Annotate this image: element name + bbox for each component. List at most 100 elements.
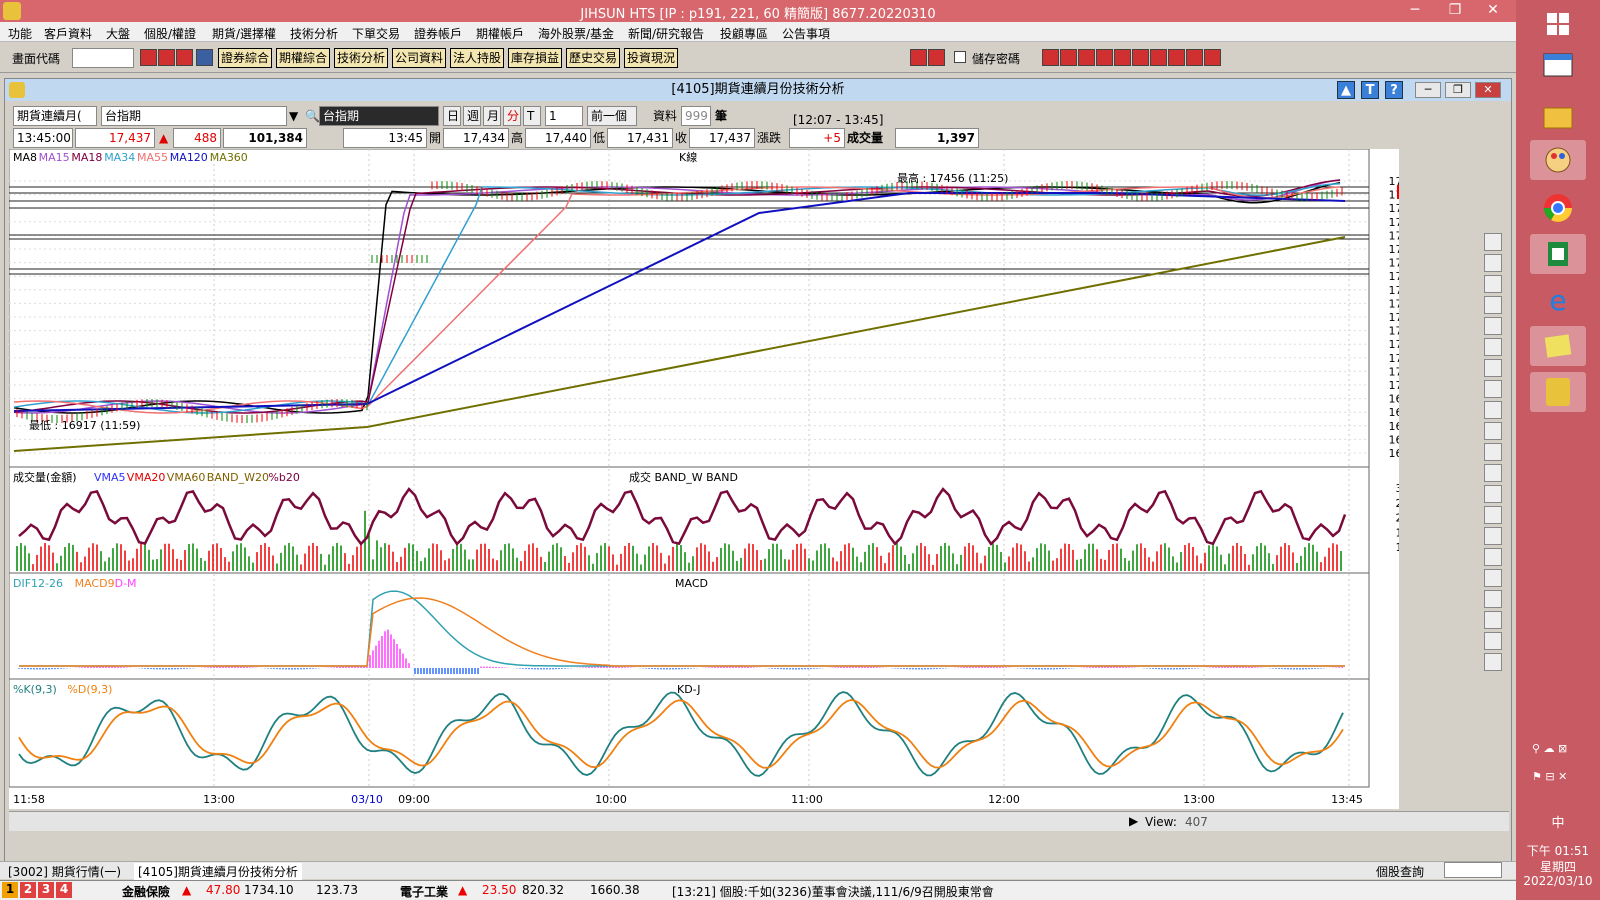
options-summary-button[interactable]: 期權綜合 [276,48,331,68]
ime-indicator[interactable]: 中 [1516,812,1600,831]
zoom-icon[interactable]: 🔍 [305,106,320,126]
tool-icon-4[interactable] [1096,49,1113,66]
menu-notice[interactable]: 公告事項 [782,25,830,42]
drawing-tool-icon-0[interactable] [1484,233,1502,251]
drawing-tool-icon-18[interactable] [1484,611,1502,629]
chart-area[interactable]: 17,46017,43017,40017,37017,34017,31017,2… [9,149,1399,809]
symbol-select[interactable]: 台指期 [101,106,287,126]
page-3[interactable]: 3 [38,882,54,898]
period-tick-button[interactable]: T [523,106,541,126]
tool-icon-9[interactable] [1186,49,1203,66]
print-icon[interactable] [176,49,193,66]
drawing-tool-icon-8[interactable] [1484,401,1502,419]
drawing-tool-icon-10[interactable] [1484,443,1502,461]
menu-securities[interactable]: 證券帳戶 [414,25,462,42]
drawing-tool-icon-14[interactable] [1484,527,1502,545]
code-input[interactable] [72,48,134,68]
company-info-button[interactable]: 公司資料 [392,48,447,68]
search-icon[interactable] [140,49,157,66]
ticker-news[interactable]: [13:21] 個股:千如(3236)董事會決議,111/6/9召開股東常會 [672,883,994,900]
minimize-icon[interactable]: ─ [1400,0,1430,22]
period-month-button[interactable]: 月 [483,106,501,126]
drawing-tool-icon-20[interactable] [1484,653,1502,671]
tray-icons-2[interactable]: ⚑ ⊟ ✕ [1532,770,1592,783]
drawing-tool-icon-17[interactable] [1484,590,1502,608]
inventory-pnl-button[interactable]: 庫存損益 [508,48,563,68]
menu-stock[interactable]: 個股/權證 [144,25,196,42]
t-icon[interactable]: T [1361,81,1379,99]
menu-technical[interactable]: 技術分析 [290,25,338,42]
page-2[interactable]: 2 [20,882,36,898]
drawing-tool-icon-7[interactable] [1484,380,1502,398]
tray-icons[interactable]: ⚲ ☁ ⊠ [1532,742,1592,755]
chrome-icon[interactable] [1530,188,1586,228]
product-select[interactable]: 期貨連續月( [13,106,97,126]
tool-icon-3[interactable] [1078,49,1095,66]
menu-futures[interactable]: 期貨/選擇權 [212,25,276,42]
win-restore-icon[interactable]: ❐ [1445,82,1471,98]
notes-icon[interactable] [1530,326,1586,366]
securities-summary-button[interactable]: 證券綜合 [218,48,273,68]
drawing-tool-icon-16[interactable] [1484,569,1502,587]
desktop-icon[interactable] [1530,46,1586,86]
tool-icon-7[interactable] [1150,49,1167,66]
page-4[interactable]: 4 [56,882,72,898]
tool-icon-1[interactable] [1042,49,1059,66]
history-button[interactable]: 歷史交易 [566,48,621,68]
spreadsheet-icon[interactable] [1530,234,1586,274]
drawing-tool-icon-12[interactable] [1484,485,1502,503]
save-password-checkbox[interactable] [954,51,966,63]
tab-quotes[interactable]: [3002] 期貨行情(一) [8,863,121,880]
institutional-button[interactable]: 法人持股 [450,48,505,68]
page-1[interactable]: 1 [2,882,18,898]
period-week-button[interactable]: 週 [463,106,481,126]
buy-icon[interactable] [910,49,927,66]
period-minute-button[interactable]: 分 [503,106,521,126]
drawing-tool-icon-19[interactable] [1484,632,1502,650]
drawing-tool-icon-5[interactable] [1484,338,1502,356]
chart-svg[interactable]: 17,46017,43017,40017,37017,34017,31017,2… [9,149,1399,809]
symbol-dropdown-icon[interactable]: ▼ [289,106,298,126]
menu-function[interactable]: 功能 [8,25,32,42]
window-icon[interactable] [158,49,175,66]
tool-icon-8[interactable] [1168,49,1185,66]
dropdown-icon[interactable] [196,49,213,66]
close-icon[interactable]: ✕ [1478,0,1508,22]
paint-icon[interactable] [1530,140,1586,180]
windows-start-icon[interactable] [1530,4,1586,44]
data-count-input[interactable]: 999 [681,106,711,126]
drawing-tool-icon-1[interactable] [1484,254,1502,272]
explorer-icon[interactable] [1530,96,1586,136]
interval-select[interactable]: 1 [545,106,583,126]
menu-market[interactable]: 大盤 [106,25,130,42]
tab-technical[interactable]: [4105]期貨連續月份技術分析 [134,863,302,880]
menu-options-acct[interactable]: 期權帳戶 [476,25,524,42]
drawing-tool-icon-4[interactable] [1484,317,1502,335]
menu-client[interactable]: 客戶資料 [44,25,92,42]
tool-icon-2[interactable] [1060,49,1077,66]
menu-news[interactable]: 新聞/研究報告 [628,25,704,42]
stock-query-input[interactable] [1444,862,1502,878]
win-minimize-icon[interactable]: ─ [1415,82,1441,98]
ie-icon[interactable]: e [1530,280,1586,320]
menu-advisory[interactable]: 投顧專區 [720,25,768,42]
technical-analysis-button[interactable]: 技術分析 [334,48,389,68]
up-icon[interactable]: ▲ [1337,81,1355,99]
tool-icon-10[interactable] [1204,49,1221,66]
menu-overseas[interactable]: 海外股票/基金 [538,25,614,42]
drawing-tool-icon-15[interactable] [1484,548,1502,566]
clock-time[interactable]: 下午 01:51 [1516,842,1600,859]
restore-icon[interactable]: ❐ [1440,0,1470,22]
tool-icon-6[interactable] [1132,49,1149,66]
menu-order[interactable]: 下單交易 [352,25,400,42]
chart-scrollbar[interactable]: ▶ View: 407 [9,811,1509,831]
win-close-icon[interactable]: ✕ [1475,82,1501,98]
scroll-right-icon[interactable]: ▶ [1129,814,1138,828]
drawing-tool-icon-11[interactable] [1484,464,1502,482]
sell-icon[interactable] [928,49,945,66]
prev-button[interactable]: 前一個 [587,106,637,126]
drawing-tool-icon-13[interactable] [1484,506,1502,524]
help-icon[interactable]: ? [1385,81,1403,99]
drawing-tool-icon-9[interactable] [1484,422,1502,440]
tool-icon-5[interactable] [1114,49,1131,66]
